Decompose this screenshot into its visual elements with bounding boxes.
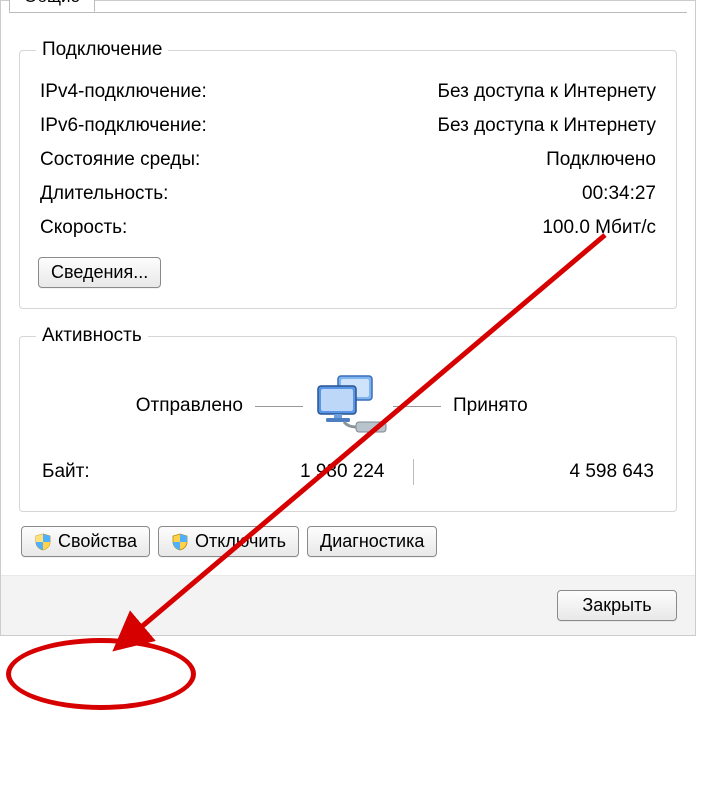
speed-label: Скорость:	[40, 217, 127, 239]
action-button-row: Свойства Отключить Диагностика	[21, 526, 675, 557]
connection-status-dialog: Общие Подключение IPv4-подключение: Без …	[0, 0, 696, 636]
disable-button-label: Отключить	[195, 531, 286, 552]
duration-value: 00:34:27	[582, 183, 656, 205]
row-ipv4: IPv4-подключение: Без доступа к Интернет…	[36, 75, 660, 109]
shield-icon	[171, 533, 189, 551]
diagnose-button[interactable]: Диагностика	[307, 526, 437, 557]
activity-group: Активность Отправлено	[19, 325, 677, 512]
sent-label: Отправлено	[42, 395, 255, 417]
row-duration: Длительность: 00:34:27	[36, 177, 660, 211]
bytes-label: Байт:	[42, 461, 172, 483]
dash-right	[393, 406, 441, 407]
activity-legend: Активность	[36, 325, 148, 347]
annotation-ellipse	[6, 638, 196, 710]
dialog-bottom-bar: Закрыть	[1, 575, 695, 635]
ipv6-value: Без доступа к Интернету	[437, 115, 656, 137]
ipv4-label: IPv4-подключение:	[40, 81, 207, 103]
tab-strip: Общие	[9, 1, 687, 13]
received-label: Принято	[441, 395, 654, 417]
properties-button[interactable]: Свойства	[21, 526, 150, 557]
ipv4-value: Без доступа к Интернету	[437, 81, 656, 103]
speed-value: 100.0 Мбит/с	[542, 217, 656, 239]
tab-general-label: Общие	[24, 0, 80, 6]
close-button-label: Закрыть	[582, 595, 651, 616]
media-state-label: Состояние среды:	[40, 149, 200, 171]
row-ipv6: IPv6-подключение: Без доступа к Интернет…	[36, 109, 660, 143]
duration-label: Длительность:	[40, 183, 168, 205]
connection-group: Подключение IPv4-подключение: Без доступ…	[19, 39, 677, 309]
diagnose-button-label: Диагностика	[320, 531, 424, 552]
media-state-value: Подключено	[546, 149, 656, 171]
close-button[interactable]: Закрыть	[557, 590, 677, 621]
bytes-sent-value: 1 980 224	[172, 461, 413, 483]
network-computers-icon	[303, 371, 393, 441]
bytes-received-value: 4 598 643	[414, 461, 655, 483]
disable-button[interactable]: Отключить	[158, 526, 299, 557]
row-media: Состояние среды: Подключено	[36, 143, 660, 177]
properties-button-label: Свойства	[58, 531, 137, 552]
tab-general[interactable]: Общие	[9, 0, 95, 12]
row-speed: Скорость: 100.0 Мбит/с	[36, 211, 660, 245]
connection-legend: Подключение	[36, 39, 168, 61]
details-button-label: Сведения...	[51, 262, 148, 283]
details-button[interactable]: Сведения...	[38, 257, 161, 288]
dash-left	[255, 406, 303, 407]
ipv6-label: IPv6-подключение:	[40, 115, 207, 137]
shield-icon	[34, 533, 52, 551]
